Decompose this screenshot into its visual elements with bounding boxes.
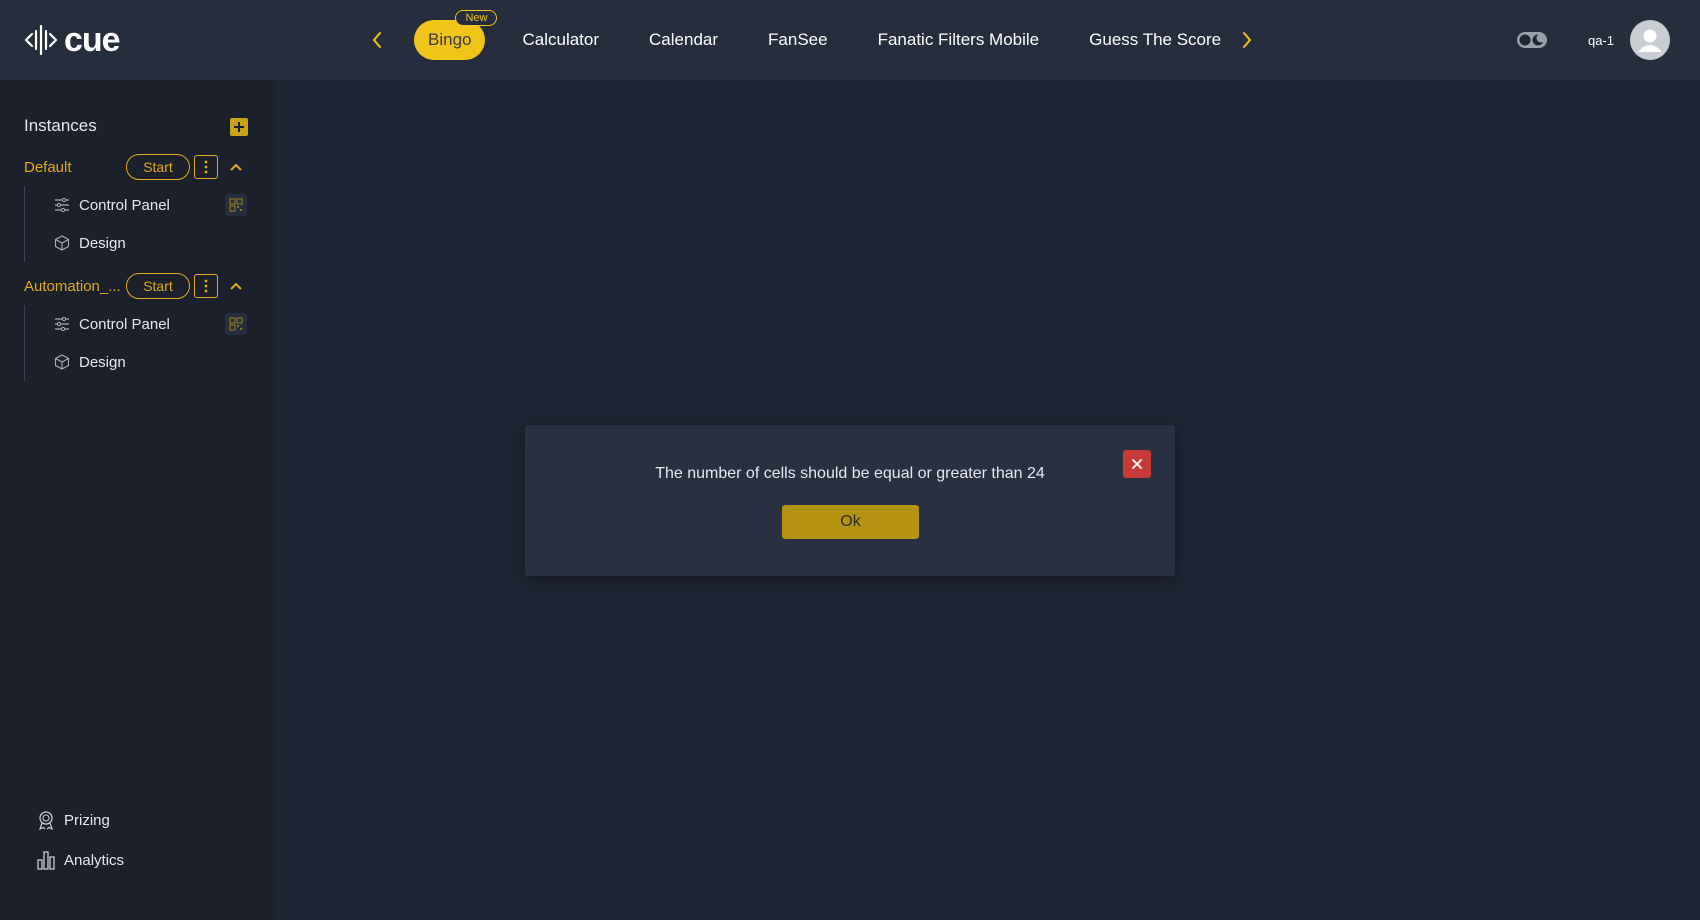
sidebar-item-label: Analytics [64, 851, 125, 869]
theme-toggle[interactable] [1516, 30, 1548, 50]
chevron-up-icon [230, 282, 242, 290]
sidebar-item-design[interactable]: Design [25, 224, 254, 262]
close-button[interactable] [1123, 450, 1151, 478]
tab-calendar[interactable]: Calendar [624, 20, 743, 60]
instance-menu-button[interactable] [194, 274, 218, 298]
ok-button[interactable]: Ok [782, 505, 919, 539]
sidebar-item-prizing[interactable]: Prizing [36, 800, 124, 840]
add-instance-button[interactable] [230, 118, 248, 136]
sidebar-item-label: Prizing [64, 811, 110, 829]
sidebar-bottom-links: Prizing Analytics [36, 800, 124, 880]
instance-default: Default Start Control Panel Design [24, 154, 254, 262]
app-tabs: Bingo New Calculator Calendar FanSee Fan… [365, 10, 1259, 66]
plus-icon [234, 122, 244, 132]
start-button[interactable]: Start [126, 154, 190, 180]
logo[interactable]: cue [24, 20, 121, 60]
chevron-right-icon [1243, 32, 1252, 48]
instance-automation: Automation_... Start Control Panel Desig… [24, 273, 254, 381]
sidebar-item-label: Control Panel [79, 315, 170, 333]
tab-fansee[interactable]: FanSee [743, 20, 853, 60]
tab-bingo[interactable]: Bingo New [414, 10, 498, 60]
instance-children: Control Panel Design [24, 186, 254, 262]
sidebar-item-label: Design [79, 234, 126, 252]
collapse-toggle[interactable] [228, 278, 244, 294]
sidebar-item-design[interactable]: Design [25, 343, 254, 381]
close-icon [1131, 458, 1143, 470]
username: qa-1 [1587, 32, 1614, 48]
qr-code-icon [229, 198, 243, 212]
tab-calculator[interactable]: Calculator [497, 20, 624, 60]
sidebar-item-control-panel[interactable]: Control Panel [25, 186, 254, 224]
sidebar: Instances Default Start Control Panel De… [0, 80, 275, 920]
brand-name: cue [64, 20, 121, 59]
cube-icon [54, 354, 70, 370]
avatar[interactable] [1630, 20, 1670, 60]
bar-chart-icon [37, 851, 55, 870]
sidebar-item-label: Control Panel [79, 196, 170, 214]
waveform-logo-icon [24, 24, 58, 56]
sidebar-item-label: Design [79, 353, 126, 371]
header-right: qa-1 [1516, 20, 1670, 60]
more-vertical-icon [204, 279, 208, 293]
sidebar-item-control-panel[interactable]: Control Panel [25, 305, 254, 343]
moon-toggle-icon [1516, 32, 1547, 48]
qr-button[interactable] [225, 194, 247, 216]
sidebar-item-analytics[interactable]: Analytics [36, 840, 124, 880]
nav-next-button[interactable] [1235, 20, 1259, 60]
qr-code-icon [229, 317, 243, 331]
award-icon [39, 811, 53, 830]
nav-prev-button[interactable] [365, 20, 389, 60]
instance-name[interactable]: Default [24, 159, 126, 176]
qr-button[interactable] [225, 313, 247, 335]
chevron-up-icon [230, 163, 242, 171]
instances-title: Instances [24, 116, 97, 135]
start-button[interactable]: Start [126, 273, 190, 299]
instance-menu-button[interactable] [194, 155, 218, 179]
instance-name[interactable]: Automation_... [24, 278, 126, 295]
new-badge: New [455, 10, 498, 26]
chevron-left-icon [372, 32, 381, 48]
instance-children: Control Panel Design [24, 305, 254, 381]
more-vertical-icon [204, 160, 208, 174]
tab-guess-the-score[interactable]: Guess The Score [1064, 20, 1235, 60]
sliders-icon [55, 316, 69, 332]
dialog-message: The number of cells should be equal or g… [655, 465, 1045, 482]
alert-dialog: The number of cells should be equal or g… [525, 425, 1175, 576]
tab-fanatic-filters-mobile[interactable]: Fanatic Filters Mobile [853, 20, 1065, 60]
collapse-toggle[interactable] [228, 159, 244, 175]
tab-label: Bingo [428, 30, 472, 49]
sliders-icon [55, 197, 69, 213]
cube-icon [54, 235, 70, 251]
user-icon [1638, 29, 1662, 52]
top-bar: cue Bingo New Calculator Calendar FanSee… [0, 0, 1700, 80]
